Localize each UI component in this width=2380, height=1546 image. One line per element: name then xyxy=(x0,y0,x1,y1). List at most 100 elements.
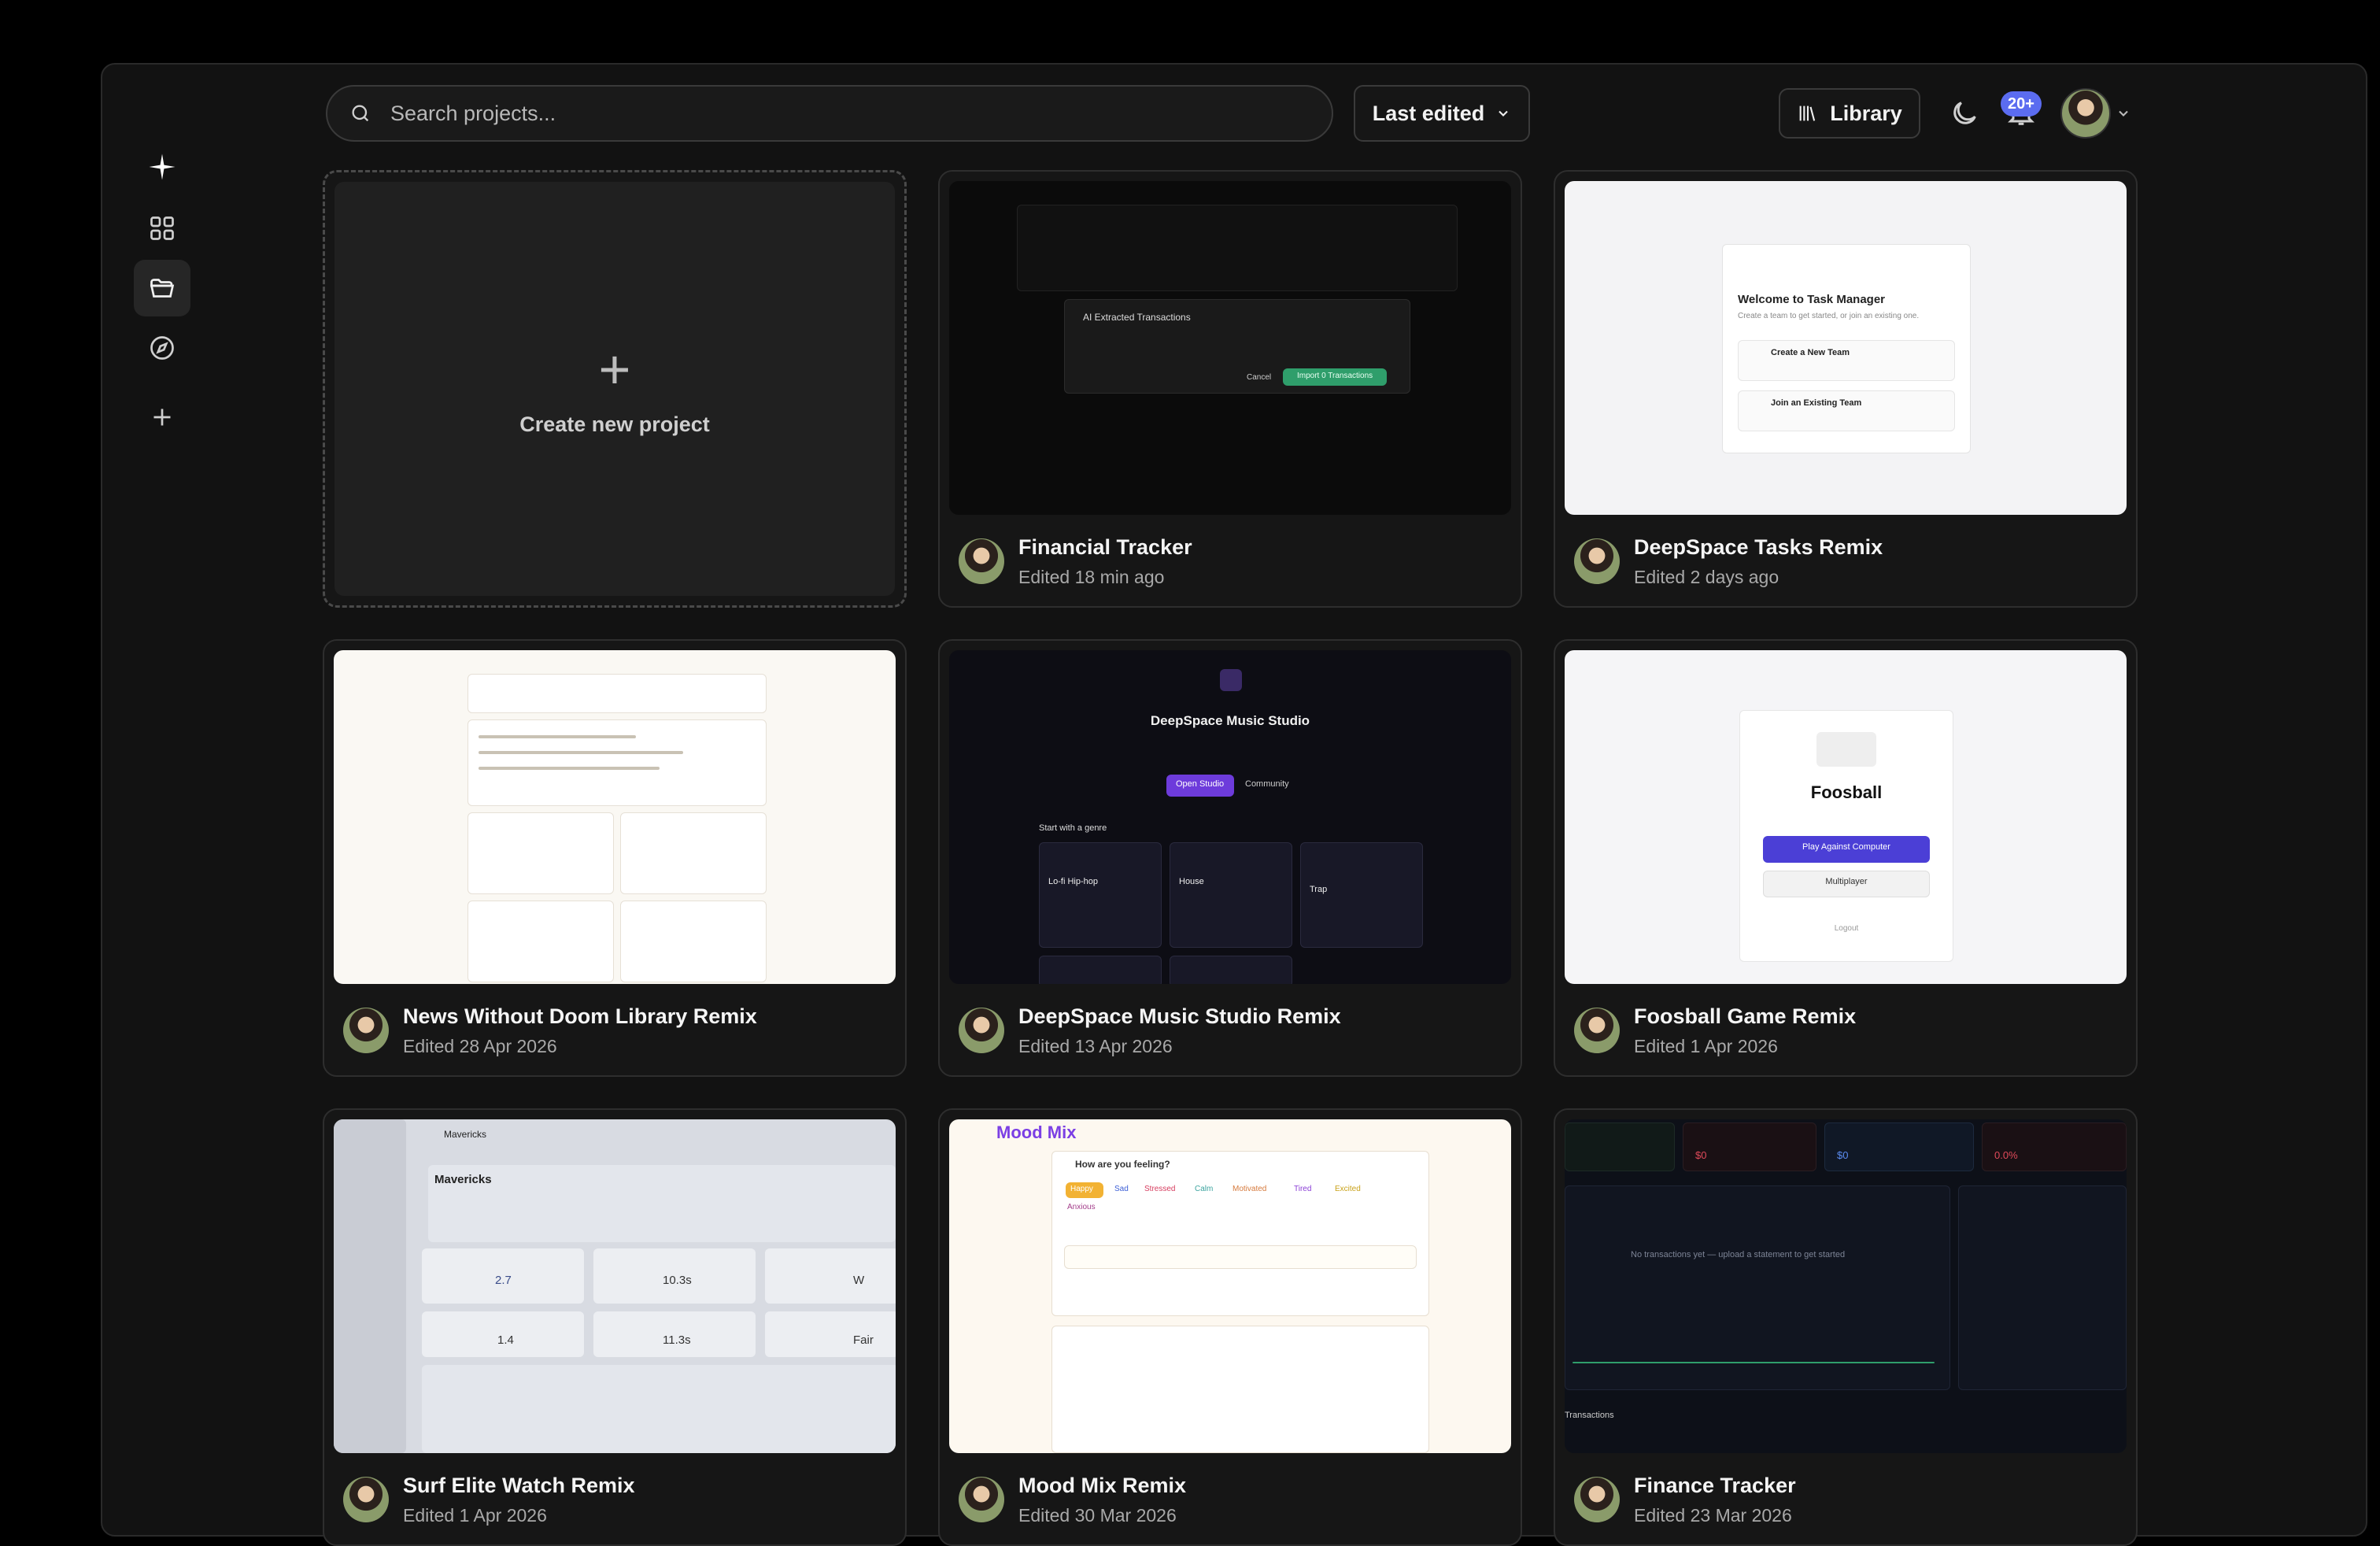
project-edited: Edited 2 days ago xyxy=(1634,567,1779,587)
library-button[interactable]: Library xyxy=(1779,88,1920,139)
thumb-text: Open Studio xyxy=(1176,779,1225,789)
user-avatar[interactable] xyxy=(2060,88,2111,139)
notification-badge: 20+ xyxy=(2001,91,2042,117)
thumb-text: Start with a genre xyxy=(1039,823,1107,833)
moon-icon[interactable] xyxy=(1949,98,1980,129)
owner-avatar xyxy=(343,1477,389,1522)
thumb-text: W xyxy=(853,1274,865,1287)
logo-sparkle-icon[interactable] xyxy=(134,139,190,195)
project-title: Financial Tracker xyxy=(1018,535,1192,559)
owner-avatar xyxy=(959,1477,1004,1522)
thumb-text: Happy xyxy=(1070,1185,1093,1193)
library-icon xyxy=(1799,105,1816,121)
thumb-text: DeepSpace Music Studio xyxy=(1150,713,1310,728)
project-title: Foosball Game Remix xyxy=(1634,1004,1857,1028)
project-title: Finance Tracker xyxy=(1634,1474,1796,1497)
project-thumbnail: DeepSpace Music Studio Open Studio Commu… xyxy=(949,650,1511,984)
library-label: Library xyxy=(1830,101,1902,125)
window-titlebar xyxy=(0,0,2380,52)
thumb-text: Transactions xyxy=(1565,1411,1614,1420)
project-thumbnail: AI Extracted Transactions Cancel Import … xyxy=(949,181,1511,515)
project-edited: Edited 13 Apr 2026 xyxy=(1018,1036,1173,1056)
search-bar[interactable] xyxy=(326,85,1333,142)
thumb-text: Excited xyxy=(1335,1185,1361,1193)
thumb-text: Foosball xyxy=(1810,782,1883,802)
thumb-text: 1.4 xyxy=(497,1333,514,1347)
project-card[interactable]: Mood Mix How are you feeling? Happy Sad … xyxy=(938,1108,1522,1546)
thumb-text: Community xyxy=(1245,779,1289,789)
thumb-text: 0.0% xyxy=(1994,1149,2018,1161)
project-title: Mood Mix Remix xyxy=(1018,1474,1187,1497)
project-edited: Edited 18 min ago xyxy=(1018,567,1165,587)
project-title: DeepSpace Music Studio Remix xyxy=(1018,1004,1341,1028)
owner-avatar xyxy=(1574,538,1620,584)
project-edited: Edited 1 Apr 2026 xyxy=(1634,1036,1778,1056)
thumb-text: Stressed xyxy=(1144,1185,1176,1193)
thumb-text: $0 xyxy=(1837,1149,1849,1161)
thumb-text: Create a team to get started, or join an… xyxy=(1738,312,1920,320)
thumb-text: House xyxy=(1179,877,1204,886)
owner-avatar xyxy=(343,1008,389,1053)
thumb-text: 10.3s xyxy=(663,1274,692,1287)
thumb-text: $0 xyxy=(1695,1149,1707,1161)
project-card[interactable]: Foosball Play Against Computer Multiplay… xyxy=(1554,639,2138,1077)
project-thumbnail: Foosball Play Against Computer Multiplay… xyxy=(1565,650,2127,984)
project-card[interactable]: DeepSpace Music Studio Open Studio Commu… xyxy=(938,639,1522,1077)
thumb-text: Tired xyxy=(1294,1185,1312,1193)
chevron-down-icon xyxy=(1499,110,1509,117)
thumb-text: Sad xyxy=(1114,1185,1129,1193)
thumb-text: Anxious xyxy=(1067,1203,1096,1211)
thumb-text: Calm xyxy=(1195,1185,1214,1193)
thumb-text: Mavericks xyxy=(444,1129,487,1140)
project-thumbnail: Mavericks Mavericks 2.7 10.3s W 1.4 11.3… xyxy=(334,1119,896,1453)
project-title: News Without Doom Library Remix xyxy=(403,1004,757,1028)
owner-avatar xyxy=(1574,1008,1620,1053)
thumb-text: Mavericks xyxy=(434,1173,492,1186)
thumb-text: Play Against Computer xyxy=(1802,842,1890,852)
grid-icon[interactable] xyxy=(134,200,190,257)
create-project-label: Create new project xyxy=(519,412,710,436)
project-edited: Edited 28 Apr 2026 xyxy=(403,1036,557,1056)
thumb-text: Mood Mix xyxy=(996,1123,1077,1142)
thumb-text: Motivated xyxy=(1232,1185,1267,1193)
sort-label: Last edited xyxy=(1372,101,1485,125)
plus-icon: + xyxy=(598,338,631,400)
project-thumbnail: $0 $0 0.0% No transactions yet — upload … xyxy=(1565,1119,2127,1453)
project-thumbnail: Welcome to Task Manager Create a team to… xyxy=(1565,181,2127,515)
sidebar xyxy=(102,65,194,1535)
plus-icon[interactable] xyxy=(134,389,190,446)
project-card[interactable]: AI Extracted Transactions Cancel Import … xyxy=(938,170,1522,608)
thumb-text: Create a New Team xyxy=(1771,348,1850,357)
thumb-text: 11.3s xyxy=(663,1333,691,1347)
project-edited: Edited 30 Mar 2026 xyxy=(1018,1505,1177,1526)
thumb-text: Fair xyxy=(853,1333,874,1347)
owner-avatar xyxy=(959,1008,1004,1053)
thumb-text: Join an Existing Team xyxy=(1771,398,1862,408)
thumb-text: Lo-fi Hip-hop xyxy=(1048,877,1098,886)
thumb-text: Import 0 Transactions xyxy=(1297,372,1373,380)
search-input[interactable] xyxy=(390,101,1256,126)
thumb-text: Welcome to Task Manager xyxy=(1738,293,1886,306)
create-project-card[interactable]: + Create new project xyxy=(323,170,907,608)
thumb-text: Trap xyxy=(1310,885,1328,894)
project-card[interactable]: $0 $0 0.0% No transactions yet — upload … xyxy=(1554,1108,2138,1546)
project-card[interactable]: Welcome to Task Manager Create a team to… xyxy=(1554,170,2138,608)
search-icon xyxy=(352,105,369,122)
project-title: Surf Elite Watch Remix xyxy=(403,1474,635,1497)
thumb-text: Logout xyxy=(1834,924,1859,933)
thumb-text: Cancel xyxy=(1247,373,1272,382)
project-title: DeepSpace Tasks Remix xyxy=(1634,535,1883,559)
project-card[interactable]: Mavericks Mavericks 2.7 10.3s W 1.4 11.3… xyxy=(323,1108,907,1546)
chevron-down-icon[interactable] xyxy=(2116,105,2131,121)
compass-icon[interactable] xyxy=(134,320,190,376)
thumb-text: Multiplayer xyxy=(1825,877,1868,886)
project-thumbnail xyxy=(334,650,896,984)
thumb-text: 2.7 xyxy=(495,1274,512,1287)
project-edited: Edited 1 Apr 2026 xyxy=(403,1505,547,1526)
project-card[interactable]: News Without Doom Library Remix Edited 2… xyxy=(323,639,907,1077)
owner-avatar xyxy=(1574,1477,1620,1522)
folder-icon[interactable] xyxy=(134,260,190,316)
sort-dropdown[interactable]: Last edited xyxy=(1354,85,1530,142)
owner-avatar xyxy=(959,538,1004,584)
thumb-text: No transactions yet — upload a statement… xyxy=(1631,1250,1846,1259)
